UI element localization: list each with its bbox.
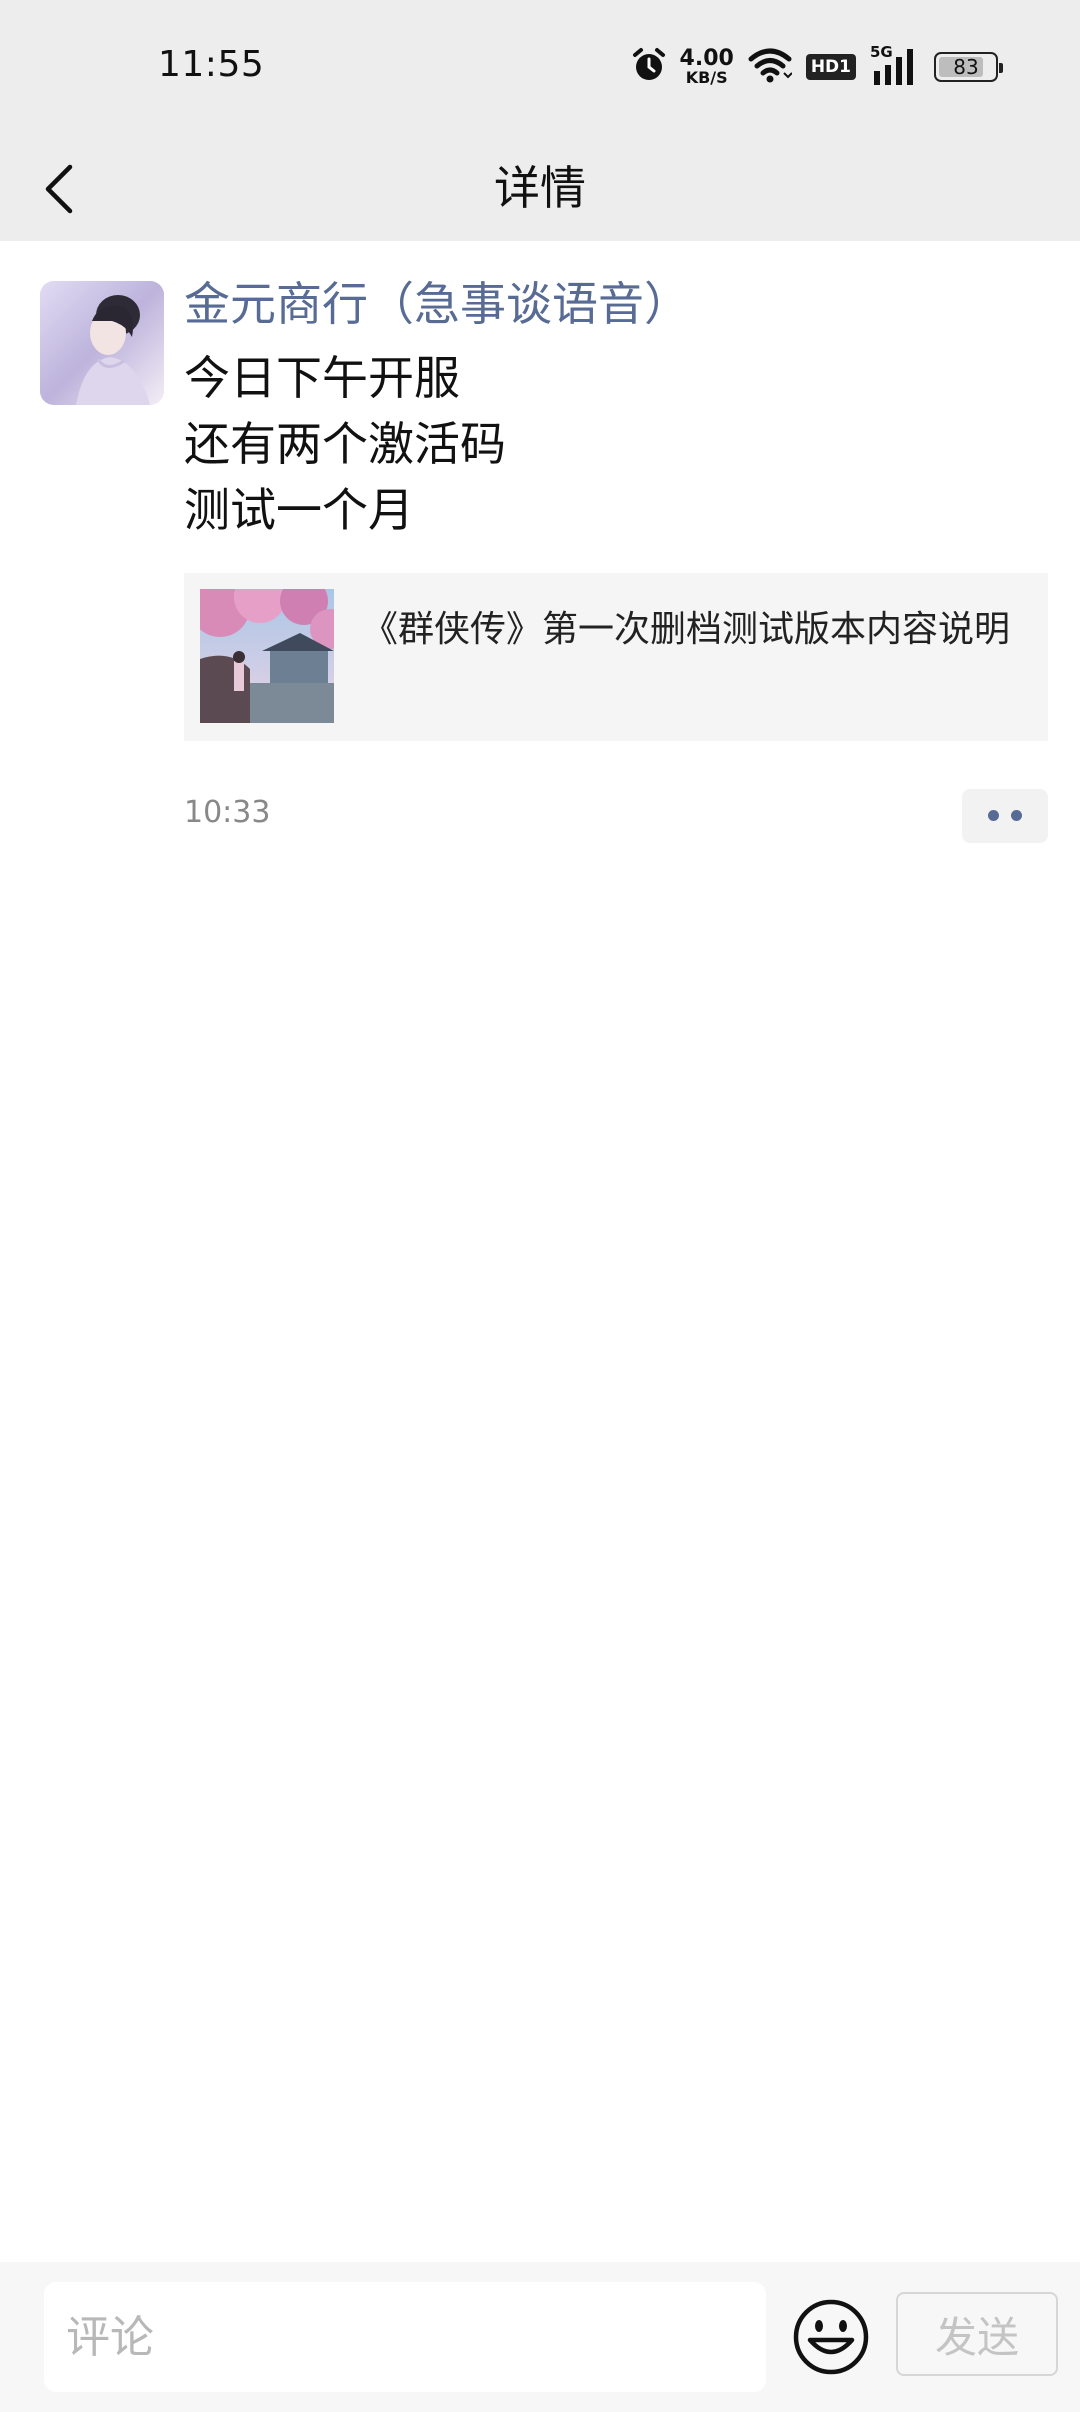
status-time: 11:55 [158,44,265,85]
alarm-icon [632,47,666,87]
post-text: 今日下午开服 还有两个激活码 测试一个月 [184,345,1048,543]
net-speed-unit: KB/S [685,68,728,87]
avatar[interactable] [40,281,164,405]
comment-input[interactable] [44,2282,766,2392]
wifi-icon [748,47,793,87]
more-button[interactable] [962,788,1048,843]
author-name[interactable]: 金元商行（急事谈语音） [184,275,1048,335]
post-meta: 10:33 [184,788,1048,843]
post-time: 10:33 [184,794,271,830]
link-thumbnail [200,588,334,723]
header: 详情 [0,135,1080,241]
battery-icon: 83 [934,52,1003,82]
avatar-image [40,281,164,405]
status-icons: 4.00 KB/S HD1 5G 83 [632,43,1003,90]
send-button[interactable]: 发送 [896,2292,1058,2376]
link-thumbnail-image [200,588,334,723]
more-dots-icon [1011,810,1022,822]
emoji-button[interactable] [792,2298,870,2376]
post-body: 金元商行（急事谈语音） 今日下午开服 还有两个激活码 测试一个月 《群侠传》第一… [184,275,1048,843]
more-dots-icon [988,810,999,822]
status-bar: 11:55 4.00 KB/S HD1 5G 83 [0,0,1080,135]
link-card[interactable]: 《群侠传》第一次删档测试版本内容说明 [184,572,1048,741]
comment-bar: 发送 [0,2262,1080,2412]
post-text-line: 还有两个激活码 [184,416,506,471]
page-title: 详情 [494,161,586,215]
hd-badge: HD1 [805,54,856,80]
post-text-line: 今日下午开服 [184,350,460,405]
net-speed-value: 4.00 [679,46,734,71]
emoji-icon [793,2299,869,2375]
link-title: 《群侠传》第一次删档测试版本内容说明 [362,608,1011,650]
net-speed: 4.00 KB/S [680,48,734,86]
post-text-line: 测试一个月 [184,482,414,537]
signal-icon: 5G [870,43,920,87]
battery-level: 83 [953,55,979,79]
